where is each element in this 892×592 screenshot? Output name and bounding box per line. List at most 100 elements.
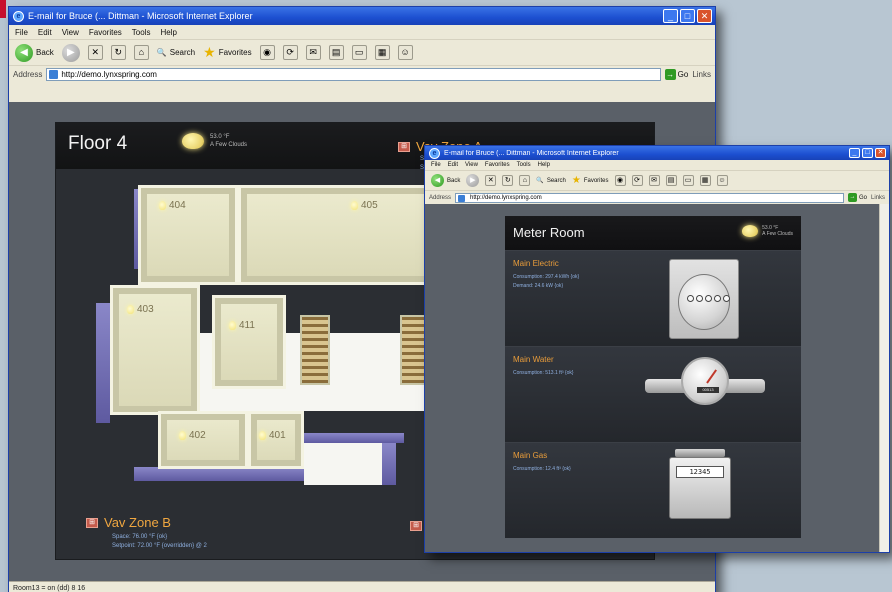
title-bar[interactable]: e E-mail for Bruce (... Dittman - Micros… — [425, 146, 889, 160]
meter-name: Main Water — [513, 355, 554, 364]
window-title: E-mail for Bruce (... Dittman - Microsof… — [444, 149, 619, 157]
red-accent-bar — [0, 0, 6, 18]
search-icon: 🔍 — [536, 178, 544, 184]
forward-button[interactable]: ▶ — [61, 43, 80, 62]
partly-cloudy-icon — [182, 133, 204, 149]
room-405[interactable]: 405 — [238, 185, 440, 285]
gas-meter-icon: 12345 — [669, 449, 731, 519]
star-icon: ★ — [203, 44, 216, 60]
room-404[interactable]: 404 — [138, 185, 238, 285]
address-bar: Address http://demo.lynxspring.com → Go … — [425, 191, 889, 204]
vav-zone-b-label: Vav Zone B — [104, 515, 171, 530]
menu-view[interactable]: View — [465, 162, 478, 168]
menu-tools[interactable]: Tools — [132, 28, 151, 37]
go-button[interactable]: → Go — [664, 69, 688, 80]
close-button[interactable]: ✕ — [875, 148, 886, 158]
menu-file[interactable]: File — [15, 28, 28, 37]
print-button[interactable]: ▤ — [665, 175, 677, 186]
meter-consumption: Consumption: 513.1 ft³ {ok} — [513, 370, 574, 376]
floor-title: Floor 4 — [68, 133, 128, 154]
refresh-button[interactable]: ↻ — [502, 175, 514, 186]
links-button[interactable]: Links — [871, 195, 885, 201]
title-bar[interactable]: e E-mail for Bruce (... Dittman - Micros… — [9, 7, 715, 25]
media-button[interactable]: ◉ — [259, 45, 275, 60]
meter-room-app: Meter Room 53.0 °F A Few Clouds Main Ele… — [505, 216, 801, 538]
favorites-button[interactable]: ★ Favorites — [572, 175, 609, 186]
messenger-button[interactable]: ☺ — [397, 45, 413, 60]
mail-button[interactable]: ✉ — [648, 175, 660, 186]
meter-room-title: Meter Room — [513, 225, 585, 240]
search-icon: 🔍 — [156, 48, 167, 57]
menu-view[interactable]: View — [62, 28, 79, 37]
stairwell — [300, 315, 330, 385]
lightbulb-icon — [351, 201, 358, 210]
back-button[interactable]: ◀ Back — [15, 43, 54, 62]
menu-help[interactable]: Help — [160, 28, 176, 37]
menu-edit[interactable]: Edit — [38, 28, 52, 37]
home-button[interactable]: ⌂ — [519, 175, 531, 186]
history-button[interactable]: ⟳ — [631, 175, 643, 186]
stop-button[interactable]: ✕ — [87, 45, 103, 60]
vertical-scrollbar[interactable] — [879, 204, 889, 552]
address-input[interactable]: http://demo.lynxspring.com — [46, 68, 661, 81]
vav-icon[interactable]: ⊞ — [410, 521, 422, 531]
refresh-button[interactable]: ↻ — [110, 45, 126, 60]
outer-wall — [96, 303, 110, 423]
meter-row-electric[interactable]: Main Electric Consumption: 297.4 kWh {ok… — [505, 250, 801, 346]
go-button[interactable]: → Go — [847, 193, 867, 202]
maximize-button[interactable]: □ — [862, 148, 873, 158]
go-arrow-icon: → — [664, 69, 676, 80]
room-401[interactable]: 401 — [248, 411, 304, 469]
mail-button[interactable]: ✉ — [305, 45, 321, 60]
weather-condition: A Few Clouds — [210, 142, 248, 148]
zone-b-setpoint: Setpoint: 72.00 °F {overridden} @ 2 — [112, 543, 207, 549]
print-button[interactable]: ▤ — [328, 45, 344, 60]
media-button[interactable]: ◉ — [614, 175, 626, 186]
menu-file[interactable]: File — [431, 162, 441, 168]
room-411[interactable]: 411 — [212, 295, 286, 389]
outer-wall — [382, 443, 396, 485]
address-label: Address — [13, 70, 43, 79]
close-button[interactable]: ✕ — [697, 9, 712, 23]
address-input[interactable]: http://demo.lynxspring.com — [455, 192, 844, 203]
meter-row-water[interactable]: Main Water Consumption: 513.1 ft³ {ok} 0… — [505, 346, 801, 442]
ie-icon: e — [13, 10, 24, 22]
folder-button[interactable]: ▭ — [682, 175, 694, 186]
menu-edit[interactable]: Edit — [448, 162, 458, 168]
search-button[interactable]: 🔍 Search — [157, 48, 195, 57]
ie-window-meter[interactable]: e E-mail for Bruce (... Dittman - Micros… — [424, 145, 890, 553]
back-button[interactable]: ◀ Back — [431, 174, 460, 187]
search-button[interactable]: 🔍 Search — [536, 177, 566, 185]
home-button[interactable]: ⌂ — [133, 45, 149, 60]
edit-button[interactable]: ▦ — [699, 175, 711, 186]
zone-b-space: Space: 76.00 °F {ok} — [112, 534, 168, 540]
address-bar: Address http://demo.lynxspring.com → Go … — [9, 66, 715, 83]
address-label: Address — [429, 194, 452, 201]
address-url: http://demo.lynxspring.com — [61, 70, 157, 79]
menu-help[interactable]: Help — [538, 162, 550, 168]
history-button[interactable]: ⟳ — [282, 45, 298, 60]
lightbulb-icon — [127, 305, 134, 314]
forward-button[interactable]: ▶ — [466, 174, 480, 187]
links-button[interactable]: Links — [692, 70, 711, 79]
messenger-button[interactable]: ☺ — [716, 175, 728, 186]
menu-tools[interactable]: Tools — [517, 162, 531, 168]
star-icon: ★ — [571, 175, 581, 186]
room-402[interactable]: 402 — [158, 411, 248, 469]
room-403[interactable]: 403 — [110, 285, 200, 415]
menu-favorites[interactable]: Favorites — [485, 162, 510, 168]
address-url: http://demo.lynxspring.com — [470, 194, 542, 201]
meter-row-gas[interactable]: Main Gas Consumption: 12.4 ft³ {ok} 1234… — [505, 442, 801, 538]
vav-zone-b-link[interactable]: ⊞ Vav Zone B — [86, 515, 171, 530]
electric-meter-icon — [669, 259, 739, 339]
favorites-button[interactable]: ★ Favorites — [203, 44, 251, 61]
minimize-button[interactable]: _ — [663, 9, 678, 23]
maximize-button[interactable]: □ — [680, 9, 695, 23]
menu-favorites[interactable]: Favorites — [89, 28, 122, 37]
minimize-button[interactable]: _ — [849, 148, 860, 158]
lightbulb-icon — [259, 431, 266, 440]
stop-button[interactable]: ✕ — [485, 175, 497, 186]
edit-button[interactable]: ▦ — [374, 45, 390, 60]
toolbar: ◀ Back ▶ ✕ ↻ ⌂ 🔍 Search ★ Favorites ◉ ⟳ … — [425, 171, 889, 191]
folder-button[interactable]: ▭ — [351, 45, 367, 60]
